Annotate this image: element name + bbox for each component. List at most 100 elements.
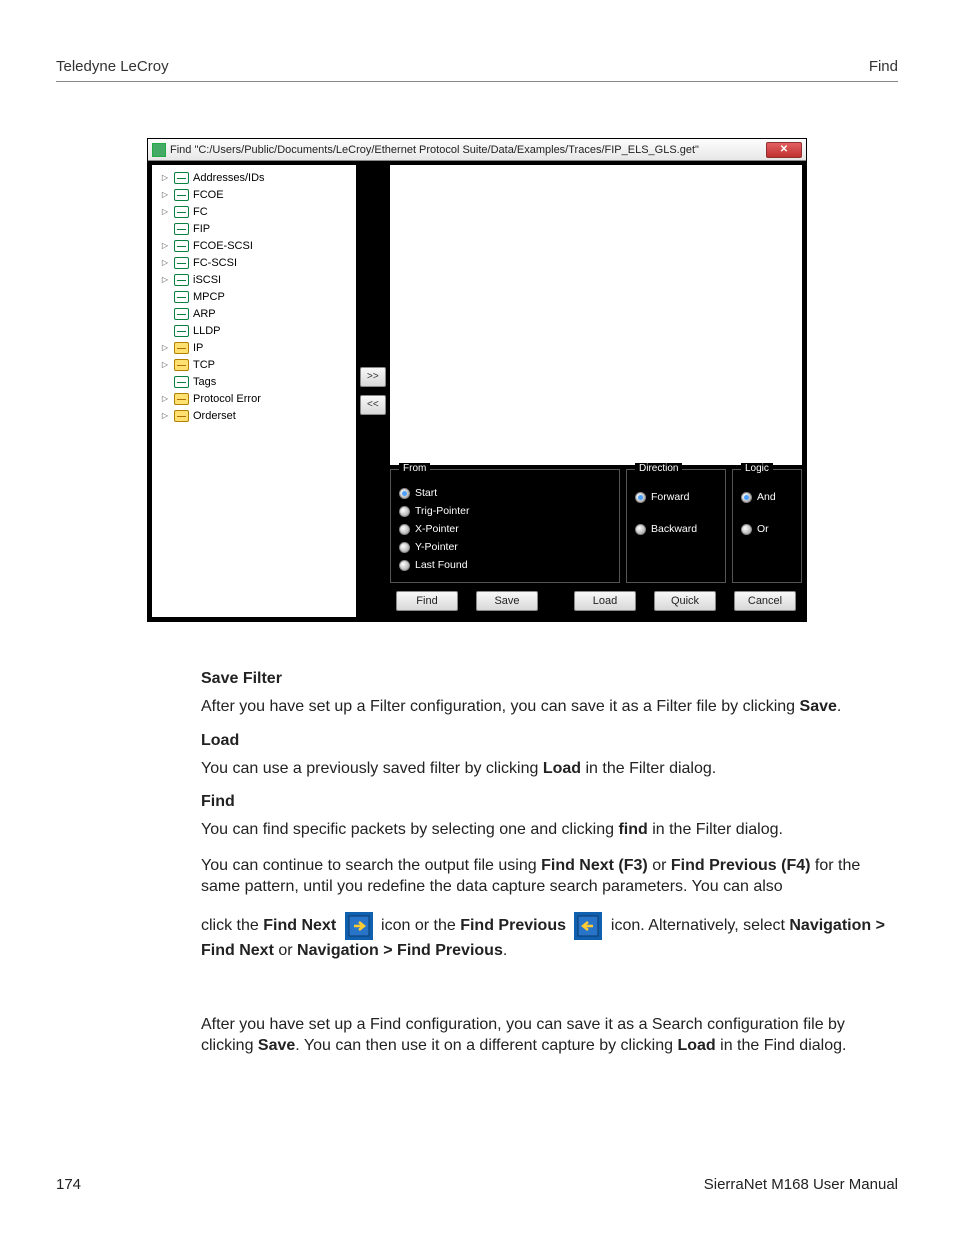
- protocol-icon: [174, 274, 189, 286]
- tree-item-label: iSCSI: [193, 274, 221, 286]
- protocol-icon: [174, 206, 189, 218]
- find-button[interactable]: Find: [396, 591, 458, 611]
- radio-icon: [741, 492, 752, 503]
- tree-item-label: FC-SCSI: [193, 257, 237, 269]
- save-button[interactable]: Save: [476, 591, 538, 611]
- tree-item[interactable]: ▷Tags: [154, 373, 354, 390]
- expander-icon[interactable]: ▷: [160, 258, 170, 268]
- from-legend: From: [399, 463, 430, 474]
- dialog-body: ▷Addresses/IDs▷FCOE▷FC▷FIP▷FCOE-SCSI▷FC-…: [148, 161, 806, 621]
- protocol-icon: [174, 359, 189, 371]
- document-body: Save Filter After you have set up a Filt…: [201, 670, 901, 1057]
- header-right: Find: [869, 58, 898, 75]
- find-next-icon: [345, 912, 373, 940]
- app-icon: [152, 143, 166, 157]
- tree-item[interactable]: ▷ IP: [154, 339, 354, 356]
- tree-item[interactable]: ▷ARP: [154, 305, 354, 322]
- expander-icon[interactable]: ▷: [160, 207, 170, 217]
- tree-item-label: Protocol Error: [193, 393, 261, 405]
- find-paragraph-4: After you have set up a Find configurati…: [201, 1014, 901, 1057]
- window-title: Find "C:/Users/Public/Documents/LeCroy/E…: [170, 144, 766, 156]
- save-filter-paragraph: After you have set up a Filter configura…: [201, 696, 901, 718]
- tree-item[interactable]: ▷ Protocol Error: [154, 390, 354, 407]
- quick-button[interactable]: Quick: [654, 591, 716, 611]
- protocol-icon: [174, 410, 189, 422]
- logic-group: Logic AndOr: [732, 469, 802, 583]
- logic-option[interactable]: Or: [741, 520, 793, 538]
- protocol-tree[interactable]: ▷Addresses/IDs▷FCOE▷FC▷FIP▷FCOE-SCSI▷FC-…: [152, 165, 356, 617]
- close-button[interactable]: ✕: [766, 142, 802, 158]
- from-option[interactable]: Y-Pointer: [399, 538, 611, 556]
- protocol-icon: [174, 325, 189, 337]
- right-column: From Start Trig-Pointer X-Pointer Y-Pointer…: [390, 165, 802, 617]
- dialog-buttons: Find Save Load Quick Cancel: [390, 587, 802, 617]
- protocol-icon: [174, 240, 189, 252]
- logic-option[interactable]: And: [741, 488, 793, 506]
- expander-icon[interactable]: ▷: [160, 394, 170, 404]
- tree-item-label: FIP: [193, 223, 210, 235]
- expander-icon[interactable]: ▷: [160, 173, 170, 183]
- protocol-icon: [174, 189, 189, 201]
- find-heading: Find: [201, 793, 901, 811]
- from-option[interactable]: X-Pointer: [399, 520, 611, 538]
- expander-icon[interactable]: ▷: [160, 275, 170, 285]
- tree-item[interactable]: ▷Orderset: [154, 407, 354, 424]
- tree-item[interactable]: ▷ FCOE-SCSI: [154, 237, 354, 254]
- expander-icon[interactable]: ▷: [160, 360, 170, 370]
- tree-item[interactable]: ▷ FC-SCSI: [154, 254, 354, 271]
- tree-item[interactable]: ▷ Addresses/IDs: [154, 169, 354, 186]
- radio-icon: [399, 488, 410, 499]
- add-button[interactable]: >>: [360, 367, 386, 387]
- radio-label: Y-Pointer: [415, 541, 458, 553]
- radio-label: Start: [415, 487, 437, 499]
- header-left: Teledyne LeCroy: [56, 58, 169, 75]
- from-option[interactable]: Trig-Pointer: [399, 502, 611, 520]
- radio-label: Last Found: [415, 559, 468, 571]
- protocol-icon: [174, 223, 189, 235]
- radio-label: Backward: [651, 523, 697, 535]
- tree-item-label: Addresses/IDs: [193, 172, 265, 184]
- manual-title: SierraNet M168 User Manual: [704, 1176, 898, 1193]
- direction-option[interactable]: Forward: [635, 488, 717, 506]
- move-buttons: >> <<: [360, 165, 386, 617]
- find-paragraph-1: You can find specific packets by selecti…: [201, 819, 901, 841]
- protocol-icon: [174, 291, 189, 303]
- load-heading: Load: [201, 732, 901, 750]
- tree-item[interactable]: ▷MPCP: [154, 288, 354, 305]
- tree-item[interactable]: ▷ TCP: [154, 356, 354, 373]
- tree-item-label: FCOE-SCSI: [193, 240, 253, 252]
- tree-item[interactable]: ▷FIP: [154, 220, 354, 237]
- radio-label: Or: [757, 523, 769, 535]
- tree-item-label: IP: [193, 342, 203, 354]
- find-previous-icon: [574, 912, 602, 940]
- tree-item-label: MPCP: [193, 291, 225, 303]
- titlebar: Find "C:/Users/Public/Documents/LeCroy/E…: [148, 139, 806, 161]
- selected-panel[interactable]: [390, 165, 802, 465]
- tree-item-label: FC: [193, 206, 208, 218]
- from-option[interactable]: Start: [399, 484, 611, 502]
- tree-item[interactable]: ▷LLDP: [154, 322, 354, 339]
- expander-icon[interactable]: ▷: [160, 343, 170, 353]
- page-number: 174: [56, 1176, 81, 1193]
- radio-icon: [399, 542, 410, 553]
- radio-label: X-Pointer: [415, 523, 459, 535]
- header-rule: [56, 81, 898, 82]
- expander-icon[interactable]: ▷: [160, 190, 170, 200]
- expander-icon[interactable]: ▷: [160, 241, 170, 251]
- tree-item[interactable]: ▷ FC: [154, 203, 354, 220]
- cancel-button[interactable]: Cancel: [734, 591, 796, 611]
- from-option[interactable]: Last Found: [399, 556, 611, 574]
- radio-icon: [399, 524, 410, 535]
- remove-button[interactable]: <<: [360, 395, 386, 415]
- protocol-icon: [174, 342, 189, 354]
- load-button[interactable]: Load: [574, 591, 636, 611]
- tree-item[interactable]: ▷FCOE: [154, 186, 354, 203]
- protocol-icon: [174, 172, 189, 184]
- load-paragraph: You can use a previously saved filter by…: [201, 758, 901, 780]
- tree-item-label: TCP: [193, 359, 215, 371]
- expander-icon[interactable]: ▷: [160, 411, 170, 421]
- save-filter-heading: Save Filter: [201, 670, 901, 688]
- from-group: From StartTrig-PointerX-PointerY-Pointer…: [390, 469, 620, 583]
- direction-option[interactable]: Backward: [635, 520, 717, 538]
- tree-item[interactable]: ▷ iSCSI: [154, 271, 354, 288]
